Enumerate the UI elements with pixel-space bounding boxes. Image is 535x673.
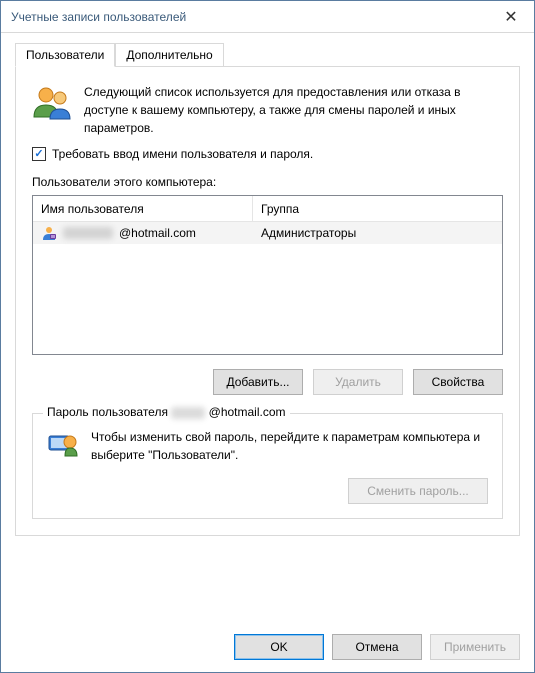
cell-group: Администраторы [253, 226, 502, 240]
user-accounts-dialog: Учетные записи пользователей ✕ Пользоват… [0, 0, 535, 673]
ok-button-label: OK [270, 640, 287, 654]
legend-prefix: Пароль пользователя [47, 405, 171, 419]
tab-advanced-label: Дополнительно [126, 48, 212, 62]
apply-button: Применить [430, 634, 520, 660]
password-groupbox: Пароль пользователя @hotmail.com Чтобы и… [32, 413, 503, 519]
content-area: Пользователи Дополнительно Следующий спи… [1, 33, 534, 622]
tab-advanced[interactable]: Дополнительно [115, 43, 223, 67]
users-icon [32, 83, 72, 123]
users-list-label: Пользователи этого компьютера: [32, 175, 503, 189]
close-icon: ✕ [504, 7, 517, 27]
password-button-row: Сменить пароль... [47, 478, 488, 504]
tabstrip: Пользователи Дополнительно [15, 43, 520, 67]
properties-button-label: Свойства [432, 375, 485, 389]
cell-username: @hotmail.com [33, 225, 253, 241]
password-icon [47, 428, 79, 460]
intro-row: Следующий список используется для предос… [32, 83, 503, 137]
password-group-legend: Пароль пользователя @hotmail.com [43, 405, 290, 419]
username-redacted [63, 227, 113, 239]
col-group-label: Группа [261, 202, 299, 216]
close-button[interactable]: ✕ [488, 1, 534, 32]
group-text: Администраторы [261, 226, 356, 240]
col-group[interactable]: Группа [253, 196, 502, 221]
remove-button: Удалить [313, 369, 403, 395]
cancel-button-label: Отмена [355, 640, 398, 654]
user-buttons-row: Добавить... Удалить Свойства [32, 369, 503, 395]
col-username-label: Имя пользователя [41, 202, 144, 216]
window-title: Учетные записи пользователей [11, 10, 186, 24]
legend-redacted [171, 407, 205, 419]
tab-panel-users: Следующий список используется для предос… [15, 66, 520, 536]
listview-header: Имя пользователя Группа [33, 196, 502, 222]
require-login-row: ✓ Требовать ввод имени пользователя и па… [32, 147, 503, 161]
intro-text: Следующий список используется для предос… [84, 83, 503, 137]
username-text: @hotmail.com [119, 226, 196, 240]
add-button[interactable]: Добавить... [213, 369, 303, 395]
password-group-text: Чтобы изменить свой пароль, перейдите к … [91, 428, 488, 464]
change-password-label: Сменить пароль... [367, 484, 469, 498]
tab-users-label: Пользователи [26, 48, 104, 62]
col-username[interactable]: Имя пользователя [33, 196, 253, 221]
checkmark-icon: ✓ [34, 149, 43, 160]
titlebar: Учетные записи пользователей ✕ [1, 1, 534, 33]
remove-button-label: Удалить [335, 375, 381, 389]
users-listview[interactable]: Имя пользователя Группа [32, 195, 503, 355]
require-login-label: Требовать ввод имени пользователя и паро… [52, 147, 313, 161]
cancel-button[interactable]: Отмена [332, 634, 422, 660]
password-group-row: Чтобы изменить свой пароль, перейдите к … [47, 428, 488, 464]
change-password-button: Сменить пароль... [348, 478, 488, 504]
require-login-checkbox[interactable]: ✓ [32, 147, 46, 161]
table-row[interactable]: @hotmail.com Администраторы [33, 222, 502, 244]
user-icon [41, 225, 57, 241]
legend-user: @hotmail.com [209, 405, 286, 419]
properties-button[interactable]: Свойства [413, 369, 503, 395]
dialog-footer: OK Отмена Применить [1, 622, 534, 672]
apply-button-label: Применить [444, 640, 506, 654]
add-button-label: Добавить... [226, 375, 289, 389]
ok-button[interactable]: OK [234, 634, 324, 660]
tab-users[interactable]: Пользователи [15, 43, 115, 67]
